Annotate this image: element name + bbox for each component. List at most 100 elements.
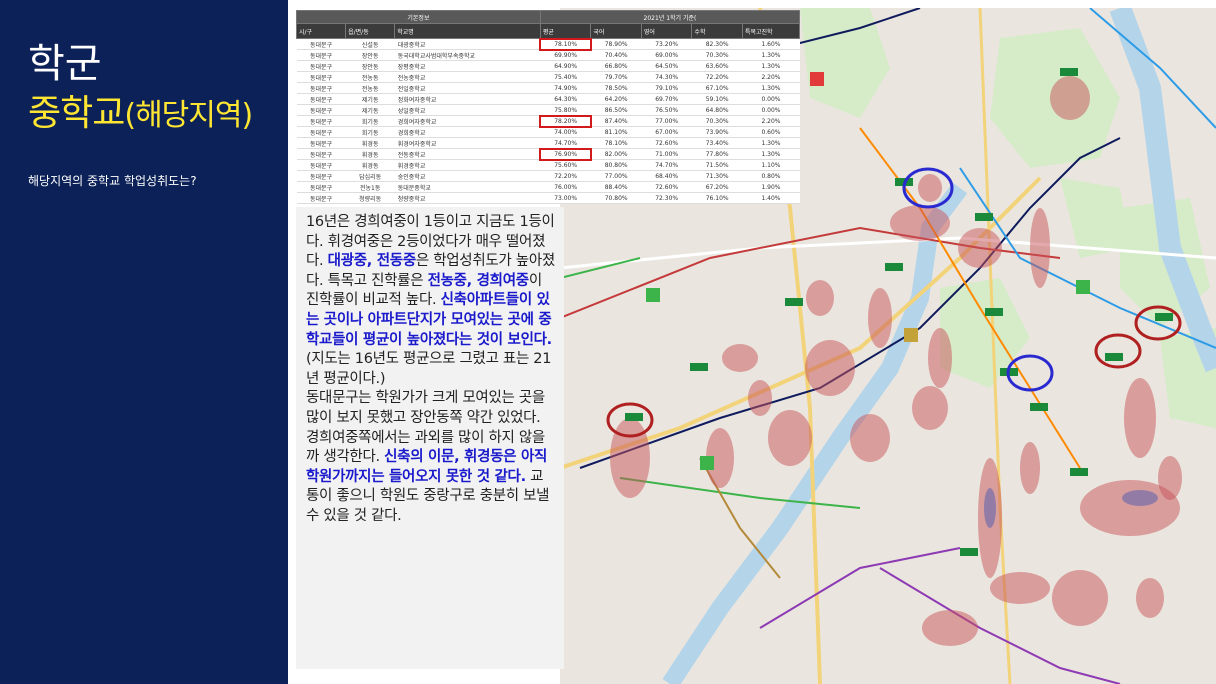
table-cell: 동대문구 — [296, 126, 346, 138]
table-cell: 동대문구 — [296, 115, 346, 127]
col-header-average[interactable]: 평균 — [539, 23, 592, 39]
col-header-special[interactable]: 특목고진학 — [741, 23, 800, 39]
table-cell: 79.70% — [590, 71, 642, 83]
table-row: 동대문구 답십리동 숭인중학교 72.20% 77.00% 68.40% 71.30% 0.8… — [296, 170, 800, 182]
table-cell: 2.20% — [742, 71, 800, 83]
table-cell: 64.90% — [540, 60, 591, 72]
table-cell: 76.90% — [539, 147, 592, 161]
table-row: 동대문구 전농동 전일중학교 74.90% 78.50% 79.10% 67.10% 1.30… — [296, 82, 800, 94]
commentary-paragraph-1: 16년은 경희여중이 1등이고 지금도 1등이다. 휘경여중은 2등이었다가 매… — [306, 213, 556, 350]
table-cell: 80.80% — [590, 159, 642, 171]
table-cell: 67.00% — [641, 126, 692, 138]
table-cell: 79.10% — [641, 82, 692, 94]
table-cell: 82.00% — [590, 148, 642, 160]
table-cell: 동국대학교사범대학부속중학교 — [394, 49, 541, 61]
table-cell: 0.00% — [742, 104, 800, 116]
table-cell: 1.30% — [742, 49, 800, 61]
table-cell: 전동중학교 — [394, 148, 541, 160]
table-cell: 전농동 — [345, 82, 395, 94]
scores-table: 기본정보 2021년 1학기 기준( 시/구 읍/면/동 학교명 평균 국어 영… — [296, 10, 800, 204]
table-cell: 76.00% — [540, 181, 591, 193]
table-cell: 성일중학교 — [394, 104, 541, 116]
col-header-english[interactable]: 영어 — [640, 23, 693, 39]
table-cell: 77.80% — [691, 148, 743, 160]
table-cell: 회기동 — [345, 115, 395, 127]
table-cell: 휘경여자중학교 — [394, 137, 541, 149]
table-row: 동대문구 회기동 경희여자중학교 78.20% 87.40% 77.00% 70.30% 2.… — [296, 114, 800, 128]
slide-title: 학군 — [28, 41, 102, 87]
col-header-math[interactable]: 수학 — [691, 23, 743, 39]
commentary-paragraph-3: 동대문구는 학원가가 크게 모여있는 곳을 많이 보지 못했고 장안동쪽 약간 … — [306, 389, 556, 526]
col-header-korean[interactable]: 국어 — [590, 23, 642, 39]
col-header-dong[interactable]: 읍/면/동 — [345, 23, 396, 39]
table-cell: 70.30% — [691, 49, 743, 61]
table-cell: 장안동 — [345, 49, 395, 61]
table-cell: 64.30% — [540, 93, 591, 105]
table-body: 동대문구 신설동 대광중학교 78.10% 78.90% 73.20% 82.30% 1.60… — [296, 37, 800, 204]
table-cell: 78.10% — [590, 137, 642, 149]
table-cell: 대광중학교 — [394, 38, 541, 50]
table-cell: 69.90% — [540, 49, 591, 61]
table-cell: 64.50% — [641, 60, 692, 72]
table-cell: 76.10% — [691, 192, 743, 204]
table-cell: 전농동 — [345, 71, 395, 83]
table-row: 동대문구 청량리동 청량중학교 73.00% 70.80% 72.30% 76.10% 1.4… — [296, 192, 800, 204]
table-row: 동대문구 휘경동 휘경중학교 75.60% 80.80% 74.70% 71.50% 1.10… — [296, 159, 800, 171]
table-row: 동대문구 제기동 정화여자중학교 64.30% 64.20% 69.70% 59.10% 0.… — [296, 93, 800, 105]
title-panel: 학군 중학교(해당지역) 해당지역의 중학교 학업성취도는? — [0, 0, 288, 684]
table-cell: 75.40% — [540, 71, 591, 83]
table-cell: 동대문구 — [296, 148, 346, 160]
col-header-city[interactable]: 시/구 — [296, 23, 347, 39]
table-cell: 72.20% — [691, 71, 743, 83]
table-cell: 1.30% — [742, 137, 800, 149]
table-cell: 72.60% — [641, 137, 692, 149]
table-cell: 64.80% — [691, 104, 743, 116]
table-cell: 정화여자중학교 — [394, 93, 541, 105]
table-cell: 74.70% — [641, 159, 692, 171]
group-header-year: 2021년 1학기 기준( — [539, 10, 800, 24]
table-row: 동대문구 신설동 대광중학교 78.10% 78.90% 73.20% 82.30% 1.60… — [296, 37, 800, 51]
table-cell: 59.10% — [691, 93, 743, 105]
table-cell: 청량중학교 — [394, 192, 541, 204]
table-cell: 73.90% — [691, 126, 743, 138]
emphasis-text: 전농중, 경희여중 — [427, 272, 530, 289]
table-cell: 1.30% — [742, 148, 800, 160]
table-cell: 1.60% — [742, 38, 800, 50]
table-cell: 1.10% — [742, 159, 800, 171]
table-cell: 71.30% — [691, 170, 743, 182]
table-cell: 동대문구 — [296, 49, 346, 61]
table-cell: 66.80% — [590, 60, 642, 72]
table-cell: 81.10% — [590, 126, 642, 138]
table-cell: 75.60% — [540, 159, 591, 171]
table-row: 동대문구 회기동 경희중학교 74.00% 81.10% 67.00% 73.90% 0.60… — [296, 126, 800, 138]
table-cell: 동대문구 — [296, 159, 346, 171]
table-cell: 경희여자중학교 — [394, 115, 541, 127]
table-row: 동대문구 전농1동 동대문중학교 76.00% 88.40% 72.60% 67.20% 1.… — [296, 181, 800, 193]
table-cell: 78.20% — [539, 114, 592, 128]
table-cell: 72.60% — [641, 181, 692, 193]
table-cell: 동대문구 — [296, 93, 346, 105]
table-cell: 동대문구 — [296, 104, 346, 116]
table-cell: 77.00% — [590, 170, 642, 182]
table-cell: 제기동 — [345, 104, 395, 116]
table-row: 동대문구 전농동 전농중학교 75.40% 79.70% 74.30% 72.20% 2.20… — [296, 71, 800, 83]
col-header-school[interactable]: 학교명 — [394, 23, 541, 39]
table-cell: 78.90% — [590, 38, 642, 50]
table-row: 동대문구 장안동 장평중학교 64.90% 66.80% 64.50% 63.60% 1.30… — [296, 60, 800, 72]
title-main: 중학교 — [28, 93, 125, 134]
table-cell: 74.90% — [540, 82, 591, 94]
slide-subtitle-heading: 중학교(해당지역) — [28, 92, 253, 138]
table-cell: 장안동 — [345, 60, 395, 72]
table-cell: 70.40% — [590, 49, 642, 61]
table-cell: 전일중학교 — [394, 82, 541, 94]
table-cell: 1.30% — [742, 82, 800, 94]
table-cell: 2.20% — [742, 115, 800, 127]
table-cell: 동대문구 — [296, 82, 346, 94]
table-cell: 0.60% — [742, 126, 800, 138]
commentary-paragraph-2: (지도는 16년도 평균으로 그렸고 표는 21년 평균이다.) — [306, 351, 552, 387]
table-cell: 장평중학교 — [394, 60, 541, 72]
table-cell: 0.00% — [742, 93, 800, 105]
table-cell: 72.20% — [540, 170, 591, 182]
table-cell: 숭인중학교 — [394, 170, 541, 182]
table-cell: 동대문구 — [296, 170, 346, 182]
